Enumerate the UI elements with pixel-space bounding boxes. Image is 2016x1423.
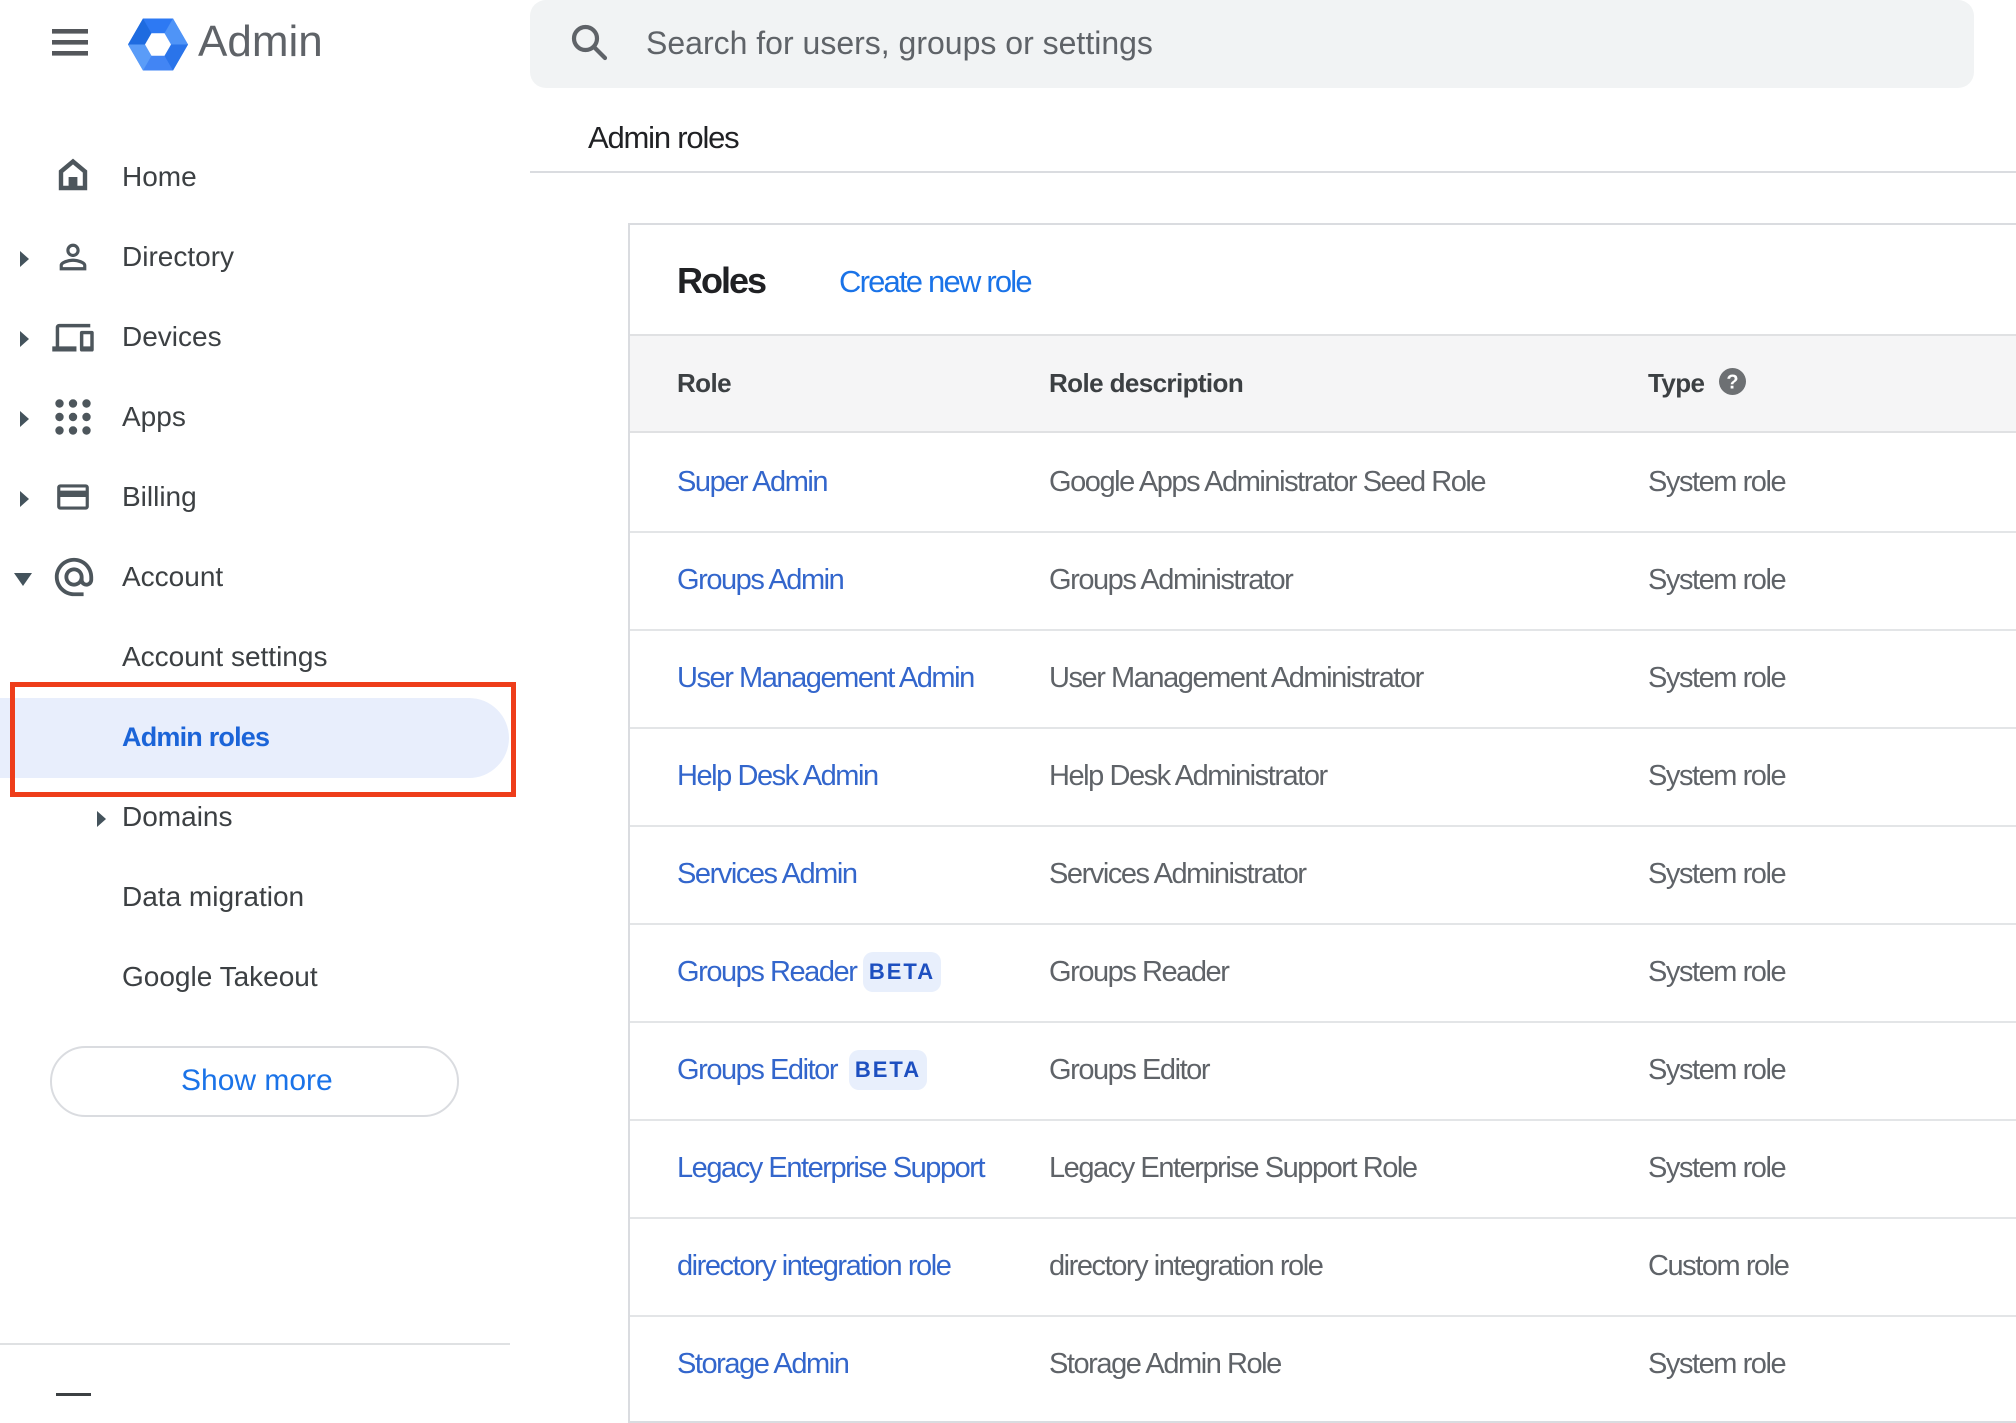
svg-text:?: ? — [1726, 372, 1738, 394]
